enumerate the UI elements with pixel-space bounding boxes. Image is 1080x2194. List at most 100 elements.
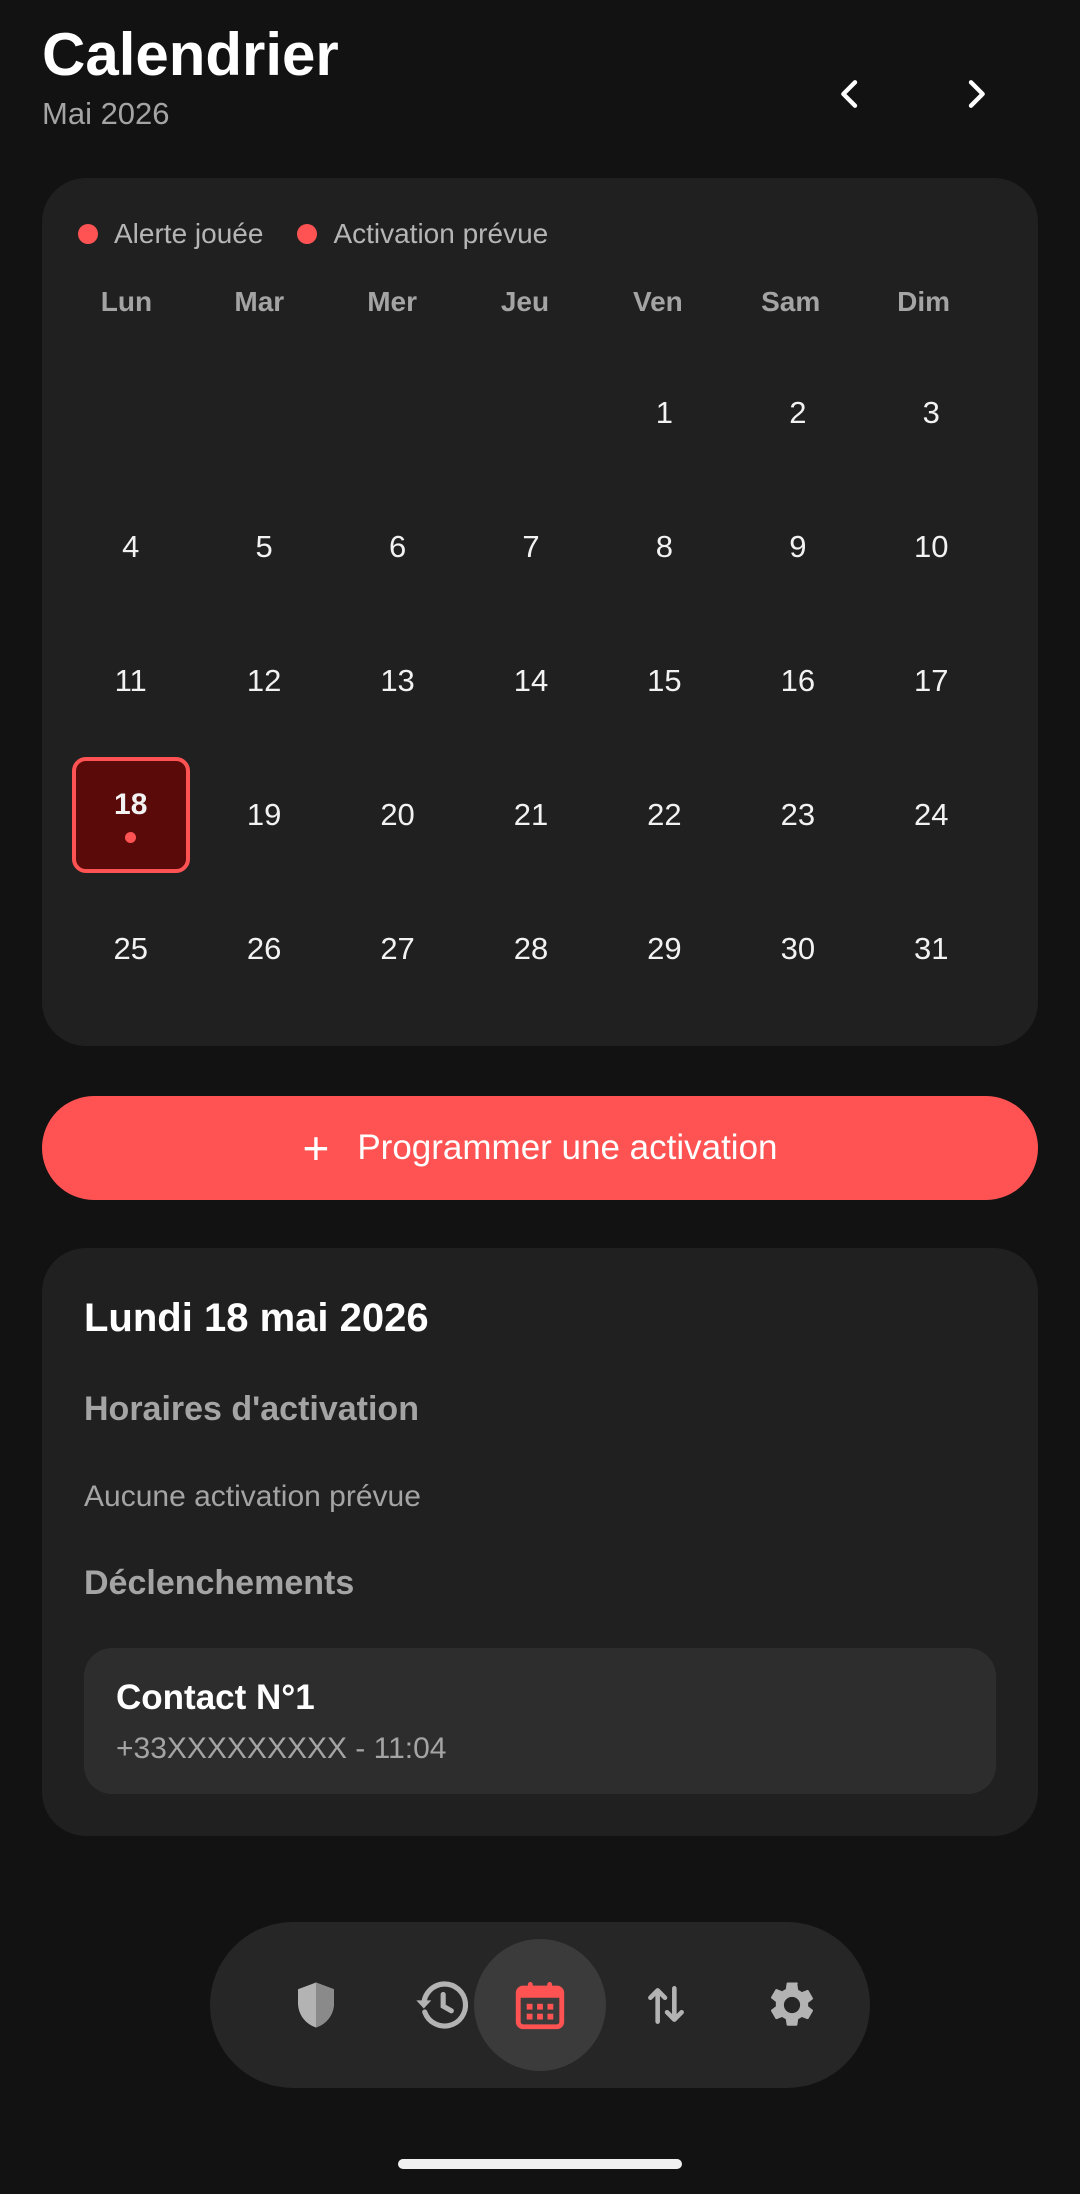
day-cell[interactable]: 10 — [865, 480, 998, 614]
calendar-icon — [515, 1982, 565, 2030]
day-number: 23 — [780, 797, 816, 832]
day-cell[interactable]: 15 — [598, 614, 731, 748]
day-cell[interactable]: 24 — [865, 748, 998, 882]
shield-icon — [298, 1982, 334, 2028]
day-cell[interactable]: 21 — [464, 748, 597, 882]
day-number: 9 — [789, 529, 807, 564]
day-cell[interactable]: 7 — [464, 480, 597, 614]
day-number: 11 — [114, 663, 147, 698]
day-cell[interactable]: 27 — [331, 882, 464, 1016]
trigger-item[interactable]: Contact N°1 +33XXXXXXXXX - 11:04 — [84, 1648, 996, 1794]
schedule-empty-text: Aucune activation prévue — [84, 1480, 421, 1513]
calendar-card: Alerte jouée Activation prévue Lun Mar M… — [42, 178, 1038, 1046]
day-number: 18 — [114, 787, 148, 821]
day-number: 14 — [513, 663, 549, 698]
day-cell[interactable]: 22 — [598, 748, 731, 882]
day-cell[interactable]: 29 — [598, 882, 731, 1016]
day-cell[interactable]: 28 — [464, 882, 597, 1016]
history-icon — [416, 1981, 469, 2029]
triggers-heading: Déclenchements — [84, 1564, 355, 1602]
day-cell[interactable]: 4 — [64, 480, 197, 614]
day-number: 31 — [914, 931, 949, 966]
day-number: 21 — [513, 797, 549, 832]
day-cell[interactable]: 2 — [731, 346, 864, 480]
schedule-heading: Horaires d'activation — [84, 1390, 419, 1428]
day-cell[interactable]: 5 — [197, 480, 330, 614]
legend-label: Alerte jouée — [114, 218, 264, 249]
event-marker-dot — [125, 831, 137, 843]
selected-date-title: Lundi 18 mai 2026 — [84, 1296, 429, 1340]
day-cell[interactable]: 23 — [731, 748, 864, 882]
day-number: 25 — [113, 931, 148, 966]
day-cell[interactable]: 25 — [64, 882, 197, 1016]
day-cell[interactable]: 12 — [197, 614, 330, 748]
day-cell[interactable]: 14 — [464, 614, 597, 748]
legend: Alerte jouée Activation prévue — [78, 218, 582, 250]
day-number: 24 — [914, 797, 949, 832]
weekday-header: Lun Mar Mer Jeu Ven Sam Dim — [60, 286, 990, 318]
day-number: 3 — [922, 395, 940, 430]
day-cell[interactable]: 31 — [865, 882, 998, 1016]
day-number: 12 — [246, 663, 282, 698]
day-number: 17 — [914, 663, 949, 698]
day-cell[interactable]: 1 — [598, 346, 731, 480]
day-cell[interactable]: 9 — [731, 480, 864, 614]
day-number: 19 — [246, 797, 282, 832]
schedule-activation-label: Programmer une activation — [357, 1128, 778, 1167]
day-cell-empty — [197, 346, 330, 480]
swap-vertical-icon — [648, 1986, 684, 2024]
day-cell[interactable]: 17 — [865, 614, 998, 748]
legend-item-alert-played: Alerte jouée — [78, 218, 263, 250]
day-cell[interactable]: 26 — [197, 882, 330, 1016]
day-number: 2 — [789, 395, 807, 430]
day-number: 15 — [647, 663, 682, 698]
chevron-right-icon — [968, 80, 985, 108]
nav-calendar[interactable] — [474, 1939, 606, 2071]
trigger-contact-name: Contact N°1 — [116, 1678, 315, 1717]
day-number: 10 — [914, 529, 949, 564]
weekday-label: Jeu — [500, 286, 550, 317]
home-indicator[interactable] — [398, 2159, 682, 2169]
nav-transfer[interactable] — [596, 1935, 736, 2075]
trigger-contact-info: +33XXXXXXXXX - 11:04 — [116, 1732, 447, 1765]
day-number: 7 — [522, 529, 540, 564]
day-cell-empty — [64, 346, 197, 480]
weekday-label: Lun — [100, 286, 153, 317]
weekday-label: Dim — [897, 286, 951, 317]
day-number: 20 — [380, 797, 415, 832]
day-number: 16 — [780, 663, 816, 698]
day-number: 5 — [255, 529, 273, 564]
day-number: 28 — [513, 931, 549, 966]
day-cell[interactable]: 8 — [598, 480, 731, 614]
schedule-activation-button[interactable]: + Programmer une activation — [42, 1096, 1038, 1200]
day-cell[interactable]: 3 — [865, 346, 998, 480]
weekday-label: Mer — [367, 286, 418, 317]
weekday-label: Ven — [632, 286, 683, 317]
day-number: 8 — [655, 529, 674, 564]
weekday-label: Sam — [761, 286, 821, 317]
day-cell[interactable]: 30 — [731, 882, 864, 1016]
nav-settings[interactable] — [722, 1935, 862, 2075]
day-number: 27 — [380, 931, 415, 966]
day-number: 13 — [380, 663, 415, 698]
day-cell[interactable]: 13 — [331, 614, 464, 748]
day-cell[interactable]: 20 — [331, 748, 464, 882]
day-cell[interactable]: 19 — [197, 748, 330, 882]
plus-icon: + — [302, 1122, 330, 1174]
day-cell[interactable]: 6 — [331, 480, 464, 614]
day-number: 22 — [647, 797, 682, 832]
nav-protection[interactable] — [246, 1935, 386, 2075]
day-detail-card: Lundi 18 mai 2026 Horaires d'activation … — [42, 1248, 1038, 1836]
selected-day-box: 18 — [71, 757, 190, 873]
day-number: 30 — [780, 931, 816, 966]
day-cell[interactable]: 18 — [64, 748, 197, 882]
day-cell[interactable]: 11 — [64, 614, 197, 748]
day-number: 1 — [655, 395, 674, 430]
next-month-button[interactable] — [936, 54, 1016, 134]
weekday-label: Mar — [234, 286, 285, 317]
header: Calendrier Mai 2026 — [42, 18, 1038, 148]
previous-month-button[interactable] — [810, 54, 890, 134]
day-number: 4 — [122, 529, 140, 564]
day-cell[interactable]: 16 — [731, 614, 864, 748]
legend-dot — [78, 224, 98, 244]
